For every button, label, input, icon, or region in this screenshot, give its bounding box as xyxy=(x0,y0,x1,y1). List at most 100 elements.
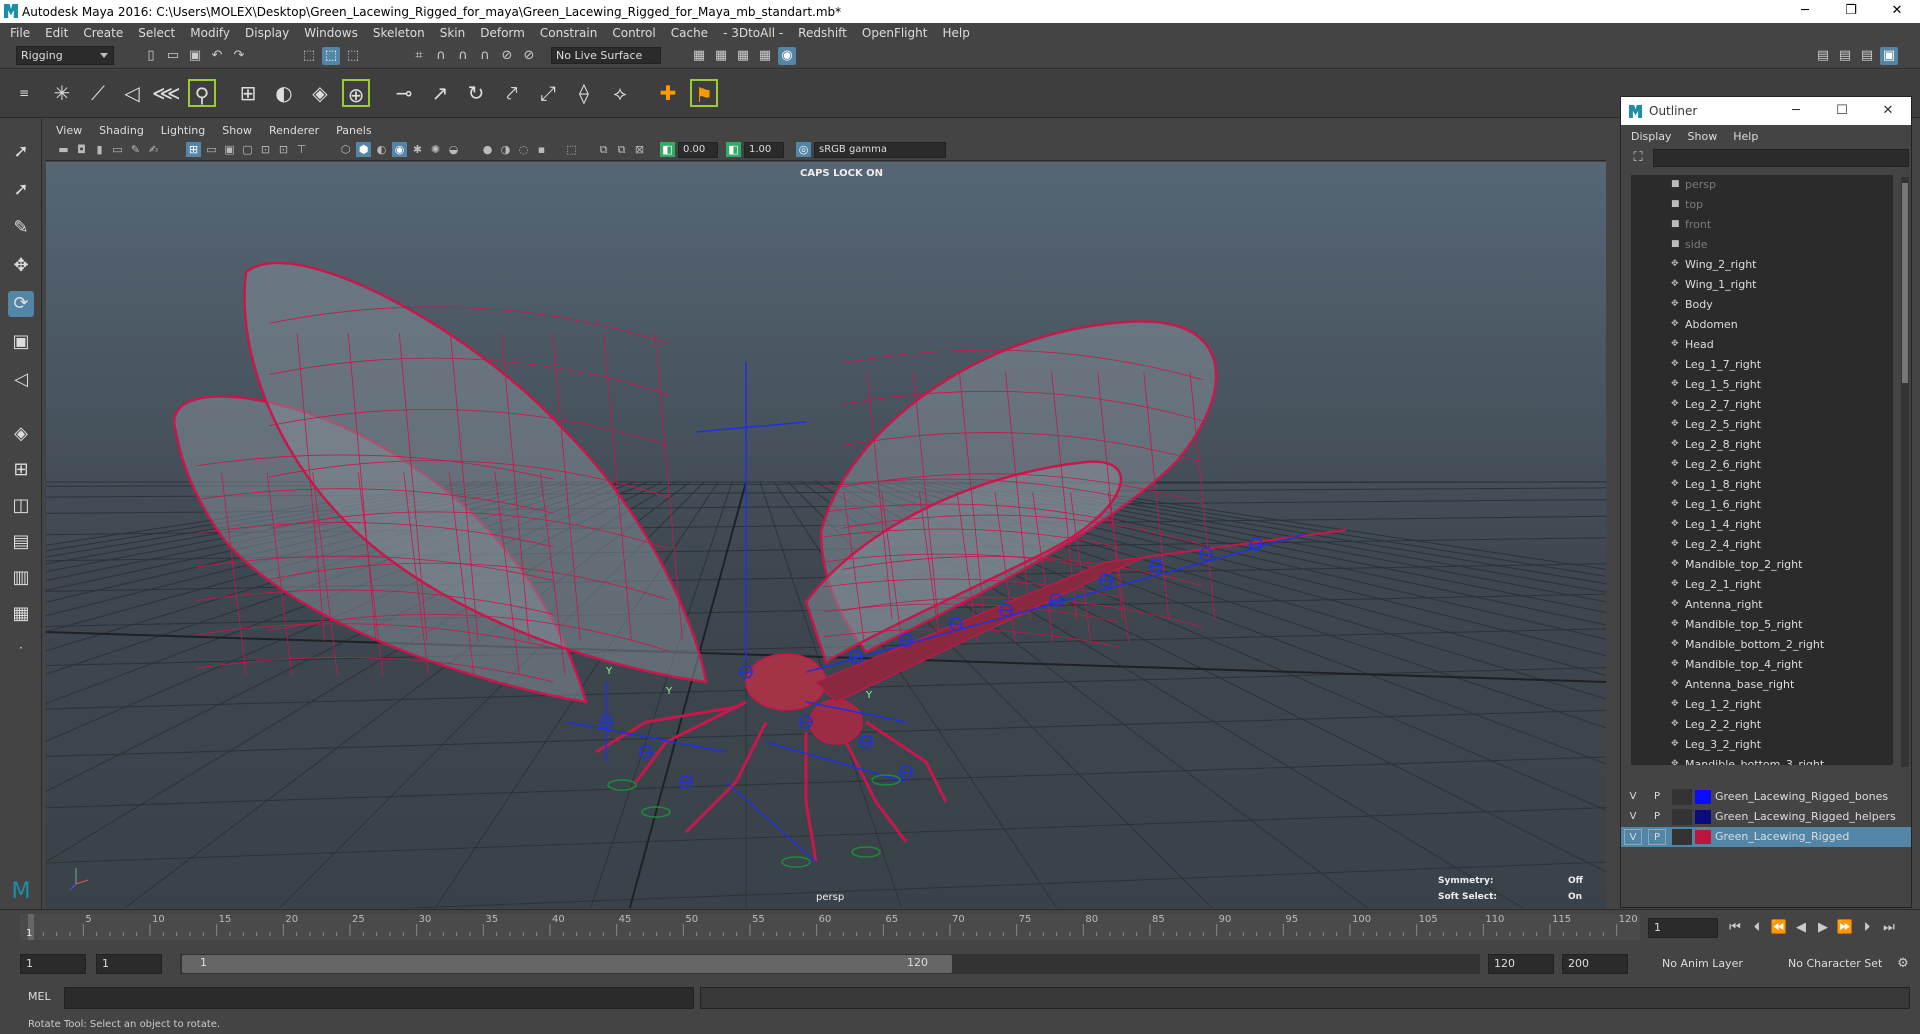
outliner-item[interactable]: ✥ Leg_2_4_right xyxy=(1631,535,1893,555)
outliner-item[interactable]: ✥ Leg_1_6_right xyxy=(1631,495,1893,515)
step-back-icon[interactable]: ⏴ xyxy=(1748,919,1766,937)
character-set-dropdown[interactable]: No Character Set xyxy=(1782,954,1888,974)
outliner-search-input[interactable] xyxy=(1653,149,1909,167)
mel-input[interactable] xyxy=(64,987,694,1009)
render-current-icon[interactable]: ▦ xyxy=(712,47,730,65)
snap-grid-icon[interactable]: ⌗ xyxy=(410,47,428,65)
current-frame-field[interactable]: 1 xyxy=(1648,918,1718,938)
outliner-item[interactable]: ✥ Leg_2_8_right xyxy=(1631,435,1893,455)
lasso-tool-icon[interactable]: ➚ xyxy=(8,177,34,203)
maximize-button[interactable]: ❐ xyxy=(1828,0,1874,23)
gate-mask-icon[interactable]: ▢ xyxy=(240,142,255,157)
field-chart-icon[interactable]: ⊡ xyxy=(258,142,273,157)
menu-edit[interactable]: Edit xyxy=(45,26,68,40)
layer-playback-toggle[interactable]: P xyxy=(1648,789,1666,805)
default-material-icon[interactable]: ◐ xyxy=(374,142,389,157)
outliner-menu-display[interactable]: Display xyxy=(1631,130,1672,143)
exposure-icon[interactable]: ◧ xyxy=(660,142,675,157)
snap-live-icon[interactable]: ⊘ xyxy=(520,47,538,65)
single-pane-icon[interactable]: ◈ xyxy=(8,421,34,447)
hypershade-icon[interactable]: ◉ xyxy=(778,47,796,65)
step-back-key-icon[interactable]: ⏪ xyxy=(1770,919,1788,937)
menu-modify[interactable]: Modify xyxy=(190,26,230,40)
aim-constraint-icon[interactable]: ↗ xyxy=(426,79,454,107)
graph-layout-icon[interactable]: ▦ xyxy=(8,601,34,627)
animation-end-field[interactable]: 200 xyxy=(1562,954,1628,974)
layer-visibility-toggle[interactable]: V xyxy=(1624,829,1642,845)
outliner-item[interactable]: ✥ Antenna_right xyxy=(1631,595,1893,615)
paint-select-icon[interactable]: ✎ xyxy=(8,215,34,241)
select-camera-icon[interactable]: ▬ xyxy=(56,142,71,157)
outliner-item[interactable]: ■ top xyxy=(1631,195,1893,215)
gamma-field[interactable]: 1.00 xyxy=(744,142,784,158)
outliner-item[interactable]: ✥ Leg_1_8_right xyxy=(1631,475,1893,495)
select-object-icon[interactable]: ⬚ xyxy=(322,47,340,65)
display-layer-row[interactable]: V P Green_Lacewing_Rigged_bones xyxy=(1621,787,1911,807)
move-tool-icon[interactable]: ✥ xyxy=(8,253,34,279)
live-surface-field[interactable]: No Live Surface xyxy=(551,47,661,64)
menu-deform[interactable]: Deform xyxy=(480,26,525,40)
play-back-icon[interactable]: ◀ xyxy=(1792,919,1810,937)
last-tool-icon[interactable]: ◁ xyxy=(8,367,34,393)
locator-icon[interactable]: ✚ xyxy=(654,79,682,107)
handle-icon[interactable]: ⟡ xyxy=(606,79,634,107)
outliner-scrollbar[interactable] xyxy=(1901,177,1909,767)
save-scene-icon[interactable]: ▣ xyxy=(186,47,204,65)
menu-help[interactable]: Help xyxy=(942,26,969,40)
menu-3dtoall[interactable]: - 3DtoAll - xyxy=(723,26,783,40)
outliner-item[interactable]: ✥ Leg_1_5_right xyxy=(1631,375,1893,395)
shadows-icon[interactable]: ◑ xyxy=(498,142,513,157)
range-track[interactable]: 1 120 xyxy=(180,954,1480,974)
scale-tool-icon[interactable]: ▣ xyxy=(8,329,34,355)
outliner-item[interactable]: ✥ Mandible_top_5_right xyxy=(1631,615,1893,635)
safe-action-icon[interactable]: ⊡ xyxy=(276,142,291,157)
animation-start-field[interactable]: 1 xyxy=(20,954,86,974)
outliner-item[interactable]: ✥ Abdomen xyxy=(1631,315,1893,335)
two-pane-icon[interactable]: ◫ xyxy=(8,493,34,519)
outliner-item[interactable]: ✥ Leg_2_5_right xyxy=(1631,415,1893,435)
script-language-label[interactable]: MEL xyxy=(28,990,51,1003)
panel-menu-lighting[interactable]: Lighting xyxy=(161,124,205,137)
step-forward-icon[interactable]: ⏵ xyxy=(1858,919,1876,937)
menu-constrain[interactable]: Constrain xyxy=(540,26,598,40)
snap-point-icon[interactable]: ∩ xyxy=(454,47,472,65)
panel-menu-shading[interactable]: Shading xyxy=(99,124,144,137)
outliner-menu-help[interactable]: Help xyxy=(1733,130,1758,143)
channel-box-icon[interactable]: ▤ xyxy=(1858,47,1876,65)
outliner-item[interactable]: ■ side xyxy=(1631,235,1893,255)
modeling-toolkit-icon[interactable]: ▤ xyxy=(1814,47,1832,65)
orient-constraint-icon[interactable]: ↻ xyxy=(462,79,490,107)
outliner-item[interactable]: ✥ Wing_2_right xyxy=(1631,255,1893,275)
outliner-item[interactable]: ✥ Mandible_top_2_right xyxy=(1631,555,1893,575)
layer-color-swatch[interactable] xyxy=(1695,810,1711,824)
outliner-item[interactable]: ✥ Leg_2_6_right xyxy=(1631,455,1893,475)
anim-layer-dropdown[interactable]: No Anim Layer xyxy=(1656,954,1774,974)
point-constraint-icon[interactable]: ⊸ xyxy=(390,79,418,107)
bind-skin-icon[interactable]: ⊞ xyxy=(234,79,262,107)
outliner-item[interactable]: ✥ Leg_3_2_right xyxy=(1631,735,1893,755)
outliner-scroll-thumb[interactable] xyxy=(1902,183,1908,383)
outliner-item[interactable]: ✥ Leg_1_4_right xyxy=(1631,515,1893,535)
xray-icon[interactable]: ✱ xyxy=(410,142,425,157)
go-to-start-icon[interactable]: ⏮ xyxy=(1726,919,1744,937)
ambient-occlusion-icon[interactable]: ◌ xyxy=(516,142,531,157)
snap-curve-icon[interactable]: ∩ xyxy=(432,47,450,65)
menu-windows[interactable]: Windows xyxy=(304,26,358,40)
persp-outliner-icon[interactable]: ▥ xyxy=(8,565,34,591)
menu-control[interactable]: Control xyxy=(612,26,655,40)
perspective-viewport[interactable]: Y Y Y CAPS LOCK ON persp Symmetry: Off Sof… xyxy=(46,162,1606,908)
panel-menu-show[interactable]: Show xyxy=(222,124,252,137)
close-button[interactable]: ✕ xyxy=(1874,0,1920,23)
outliner-item[interactable]: ✥ Mandible_bottom_3_right xyxy=(1631,755,1893,765)
snap-surface-icon[interactable]: ⊘ xyxy=(498,47,516,65)
outliner-item[interactable]: ✥ Mandible_top_4_right xyxy=(1631,655,1893,675)
outliner-toggle-icon[interactable]: ▣ xyxy=(1880,47,1898,65)
outliner-item[interactable]: ✥ Antenna_base_right xyxy=(1631,675,1893,695)
camera-attributes-icon[interactable]: ◘ xyxy=(74,142,89,157)
frame-selected-icon[interactable]: ⧉ xyxy=(614,142,629,157)
go-to-end-icon[interactable]: ⏭ xyxy=(1880,919,1898,937)
layer-type-toggle[interactable] xyxy=(1672,829,1692,845)
select-tool-icon[interactable]: ➚ xyxy=(8,139,34,165)
paint-weights-icon[interactable]: ◐ xyxy=(270,79,298,107)
menu-select[interactable]: Select xyxy=(138,26,175,40)
